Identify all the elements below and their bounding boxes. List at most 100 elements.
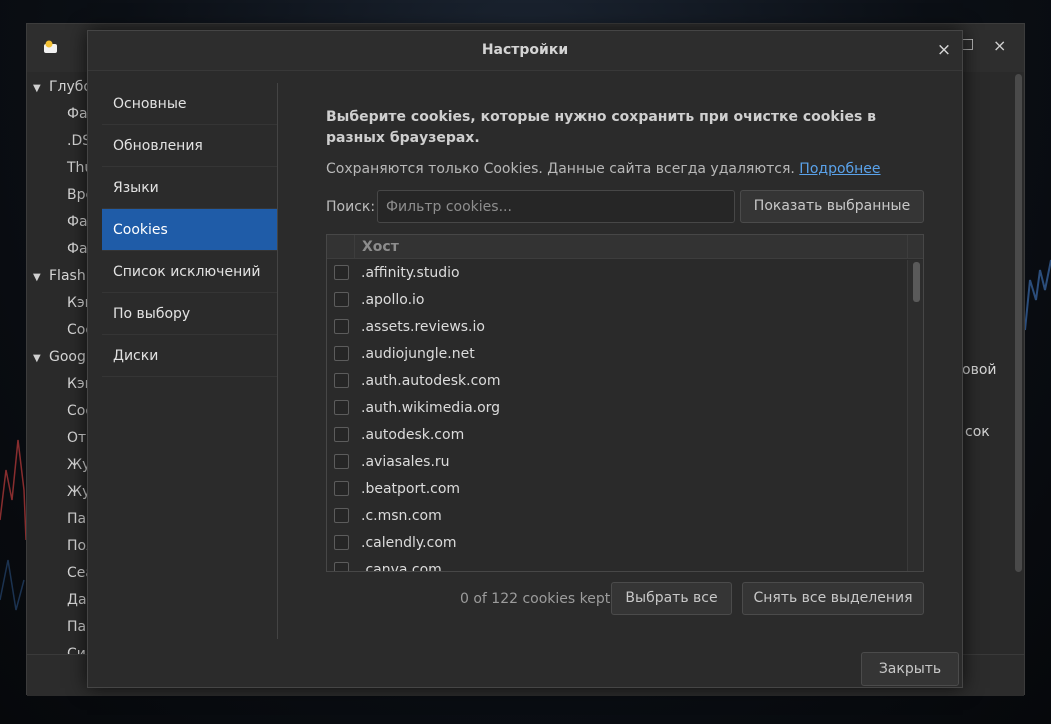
tree-item-label: Coo (67, 322, 89, 338)
keep-cookie-checkbox[interactable] (334, 481, 349, 496)
tree-item[interactable]: Жур (27, 479, 89, 506)
tree-item-label: Вре (67, 187, 89, 203)
table-header: Хост (327, 235, 923, 259)
table-row[interactable]: .c.msn.com (327, 503, 907, 530)
tree-item[interactable]: Дан (27, 587, 89, 614)
table-scrollbar-track[interactable] (907, 260, 923, 571)
tree-item[interactable]: Фай (27, 209, 89, 236)
tree-item-label: Фай (67, 241, 89, 257)
expand-arrow-icon[interactable]: ▼ (33, 345, 49, 371)
kept-status-text: 0 of 122 cookies kept (460, 591, 611, 607)
tree-item[interactable]: Coo (27, 398, 89, 425)
dialog-close-icon[interactable]: × (934, 39, 954, 61)
table-row[interactable]: .assets.reviews.io (327, 314, 907, 341)
keep-cookie-checkbox[interactable] (334, 346, 349, 361)
table-row[interactable]: .auth.autodesk.com (327, 368, 907, 395)
tree-item[interactable]: Кэш (27, 371, 89, 398)
learn-more-link[interactable]: Подробнее (799, 161, 880, 177)
tree-item-label: Пар (67, 511, 89, 527)
host-cell: .apollo.io (361, 292, 425, 308)
table-row[interactable]: .calendly.com (327, 530, 907, 557)
table-scrollbar-thumb[interactable] (913, 262, 920, 302)
nav-item[interactable]: Обновления (102, 125, 277, 167)
tree-item[interactable]: Кэш (27, 290, 89, 317)
select-all-button[interactable]: Выбрать все (611, 582, 732, 615)
nav-item[interactable]: По выбору (102, 293, 277, 335)
cleaning-tree: ▼ГлубоФай.DSThuВреФайФай▼Flash IКэшCoo▼G… (27, 74, 89, 668)
keep-cookie-checkbox[interactable] (334, 508, 349, 523)
nav-item[interactable]: Список исключений (102, 251, 277, 293)
partial-label: сок (965, 424, 990, 440)
keep-cookie-checkbox[interactable] (334, 535, 349, 550)
host-cell: .affinity.studio (361, 265, 460, 281)
tree-item-label: Сеа (67, 565, 89, 581)
nav-item[interactable]: Основные (102, 83, 277, 125)
cookies-note: Сохраняются только Cookies. Данные сайта… (326, 161, 795, 177)
tree-item-label: Googl (49, 349, 89, 365)
tree-item[interactable]: .DS (27, 128, 89, 155)
tree-item[interactable]: Жур (27, 452, 89, 479)
nav-item[interactable]: Диски (102, 335, 277, 377)
tree-item[interactable]: Пар (27, 506, 89, 533)
cookies-subline: Сохраняются только Cookies. Данные сайта… (326, 159, 926, 179)
keep-cookie-checkbox[interactable] (334, 400, 349, 415)
table-row[interactable]: .auth.wikimedia.org (327, 395, 907, 422)
close-dialog-button[interactable]: Закрыть (861, 652, 959, 686)
host-cell: .c.msn.com (361, 508, 442, 524)
host-cell: .auth.autodesk.com (361, 373, 501, 389)
tree-item-label: Кэш (67, 376, 89, 392)
keep-cookie-checkbox[interactable] (334, 562, 349, 571)
tree-item-label: Thu (67, 160, 89, 176)
table-row[interactable]: .canva.com (327, 557, 907, 572)
tree-item[interactable]: Фай (27, 101, 89, 128)
expand-arrow-icon[interactable]: ▼ (33, 264, 49, 290)
tree-item-label: Фай (67, 106, 89, 122)
table-row[interactable]: .apollo.io (327, 287, 907, 314)
main-close-button[interactable]: × (993, 36, 1006, 55)
tree-item[interactable]: Thu (27, 155, 89, 182)
dialog-title: Настройки (481, 42, 569, 58)
tree-item-label: Пол (67, 538, 89, 554)
host-column-header[interactable]: Хост (362, 235, 399, 259)
host-cell: .assets.reviews.io (361, 319, 485, 335)
table-row[interactable]: .aviasales.ru (327, 449, 907, 476)
table-row[interactable]: .audiojungle.net (327, 341, 907, 368)
nav-item[interactable]: Языки (102, 167, 277, 209)
tree-item[interactable]: Отч (27, 425, 89, 452)
nav-item[interactable]: Cookies (102, 209, 277, 251)
keep-cookie-checkbox[interactable] (334, 319, 349, 334)
checkbox-column-header (327, 235, 355, 259)
tree-item[interactable]: Фай (27, 236, 89, 263)
settings-nav: Основные Обновления Языки Cookies Список иск… (102, 83, 278, 639)
main-scrollbar[interactable] (1015, 74, 1022, 572)
table-row[interactable]: .beatport.com (327, 476, 907, 503)
tree-item[interactable]: Вре (27, 182, 89, 209)
host-cell: .canva.com (361, 562, 442, 572)
cookie-rows: .affinity.studio .apollo.io .assets.review… (327, 260, 907, 572)
app-logo-icon (44, 40, 57, 53)
cookies-table: Хост .affinity.studio .apollo.io .assets.r… (326, 234, 924, 572)
tree-item-label: Coo (67, 403, 89, 419)
settings-dialog: Настройки × Основные Обновления Языки Cooki… (87, 30, 963, 688)
keep-cookie-checkbox[interactable] (334, 373, 349, 388)
tree-item[interactable]: Сеа (27, 560, 89, 587)
host-cell: .beatport.com (361, 481, 461, 497)
table-row[interactable]: .autodesk.com (327, 422, 907, 449)
tree-item[interactable]: Coo (27, 317, 89, 344)
keep-cookie-checkbox[interactable] (334, 292, 349, 307)
expand-arrow-icon[interactable]: ▼ (33, 75, 49, 101)
keep-cookie-checkbox[interactable] (334, 427, 349, 442)
cookie-filter-input[interactable] (377, 190, 735, 223)
tree-item[interactable]: Пол (27, 533, 89, 560)
tree-group[interactable]: ▼ Googl (27, 344, 89, 371)
tree-item-label: Фай (67, 214, 89, 230)
keep-cookie-checkbox[interactable] (334, 454, 349, 469)
tree-group[interactable]: ▼ Глубо (27, 74, 89, 101)
tree-group[interactable]: ▼Flash I (27, 263, 89, 290)
tree-item[interactable]: Пар (27, 614, 89, 641)
deselect-all-button[interactable]: Снять все выделения (742, 582, 924, 615)
keep-cookie-checkbox[interactable] (334, 265, 349, 280)
table-row[interactable]: .affinity.studio (327, 260, 907, 287)
tree-item-label: Отч (67, 430, 89, 446)
show-selected-button[interactable]: Показать выбранные (740, 190, 924, 223)
